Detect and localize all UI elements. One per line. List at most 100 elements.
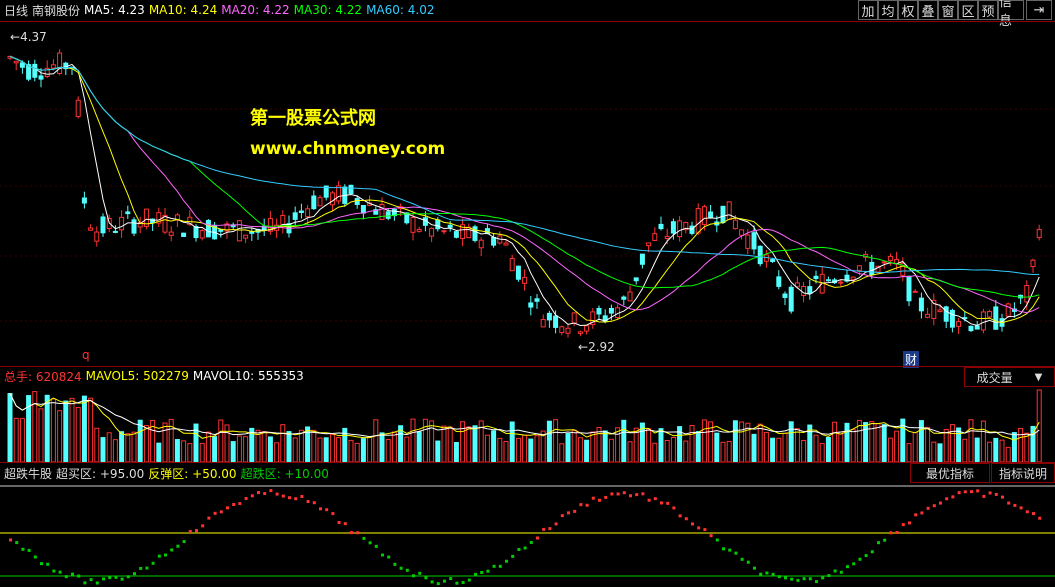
volume-bar: [143, 425, 149, 462]
volume-bar: [311, 429, 317, 462]
forecast-button[interactable]: 预: [978, 0, 998, 20]
indicator-dot: [573, 509, 577, 513]
candlestick: [708, 211, 714, 219]
volume-bar: [720, 441, 726, 462]
indicator-dot: [994, 492, 998, 496]
volume-bar: [1024, 432, 1030, 462]
overlay-button[interactable]: 叠: [918, 0, 938, 20]
indicator-dot: [908, 521, 911, 525]
indicator-dot: [71, 572, 74, 576]
indicator-dot: [585, 503, 589, 507]
volume-bar: [937, 443, 943, 462]
volume-chart[interactable]: [0, 387, 1055, 462]
indicator-name[interactable]: 超跌牛股: [4, 465, 52, 482]
volume-selector[interactable]: 成交量 ▼: [964, 367, 1055, 387]
indicator-dot: [957, 491, 961, 495]
indicator-dot: [461, 581, 465, 585]
indicator-dot: [306, 500, 310, 504]
indicator-dot: [52, 569, 56, 573]
candlestick: [540, 319, 546, 328]
volume-bar: [125, 433, 131, 462]
candlestick: [466, 226, 472, 239]
period-label[interactable]: 日线: [4, 2, 28, 19]
candlestick: [906, 275, 912, 302]
candlestick: [311, 195, 317, 210]
volume-bar: [838, 431, 844, 462]
range-button[interactable]: 区: [958, 0, 978, 20]
indicator-dot: [33, 555, 37, 559]
indicator-dot: [151, 561, 155, 565]
indicator-help-button[interactable]: 指标说明: [991, 463, 1055, 483]
candlestick: [838, 281, 844, 284]
collapse-icon[interactable]: ⇥: [1026, 0, 1052, 20]
volume-bar: [974, 437, 980, 462]
indicator-dot: [102, 577, 105, 581]
volume-bar: [88, 397, 94, 462]
indicator-dot: [784, 576, 787, 580]
candlestick: [478, 239, 484, 249]
indicator-dot: [312, 501, 316, 505]
indicator-dot: [399, 566, 403, 570]
candlestick: [88, 227, 94, 231]
indicator-dot: [1001, 495, 1004, 499]
indicator-dot: [889, 531, 893, 535]
candlestick: [689, 225, 695, 234]
indicator-dot: [895, 530, 899, 534]
candlestick: [1030, 259, 1036, 268]
volume-bar: [57, 410, 63, 462]
indicator-dot: [1025, 510, 1029, 514]
best-indicator-button[interactable]: 最优指标: [910, 463, 990, 483]
indicator-dot: [653, 497, 657, 501]
indicator-dot: [257, 491, 260, 495]
candlestick: [664, 235, 670, 239]
indicator-dot: [232, 502, 236, 506]
volume-bar: [323, 437, 329, 462]
volume-bar: [633, 427, 639, 462]
candlestick: [652, 233, 658, 241]
info-button[interactable]: 信息: [998, 0, 1024, 29]
indicator-dot: [1038, 516, 1042, 520]
volume-bar: [714, 432, 720, 462]
volume-bar: [354, 442, 360, 462]
indicator-chart[interactable]: [0, 484, 1055, 587]
volume-bar: [522, 434, 528, 462]
volume-bar: [119, 431, 125, 462]
indicator-dot: [294, 497, 298, 501]
volume-bar: [429, 420, 435, 462]
volume-bar: [825, 436, 831, 462]
volume-bar: [813, 434, 819, 462]
indicator-dot: [852, 562, 856, 566]
volume-bar: [515, 437, 521, 462]
indicator-dot: [877, 541, 880, 545]
candlestick: [125, 211, 131, 215]
indicator-dot: [610, 492, 614, 496]
price-chart[interactable]: [0, 21, 1055, 366]
volume-bar: [658, 428, 664, 462]
candlestick: [949, 309, 955, 328]
indicator-dot: [120, 577, 124, 581]
candlestick: [305, 208, 311, 218]
candlestick: [807, 286, 813, 294]
rights-button[interactable]: 权: [898, 0, 918, 20]
indicator-dot: [108, 576, 112, 580]
add-button[interactable]: 加: [858, 0, 878, 20]
average-button[interactable]: 均: [878, 0, 898, 20]
volume-bar: [770, 437, 776, 462]
volume-bar: [627, 441, 633, 462]
volume-bar: [317, 437, 323, 462]
candlestick: [887, 255, 893, 261]
candlestick: [32, 63, 38, 78]
indicator-dot: [678, 514, 682, 518]
candlestick: [131, 219, 137, 234]
volume-bar: [683, 440, 689, 462]
volume-bar: [925, 426, 931, 462]
indicator-dot: [343, 522, 347, 526]
window-button[interactable]: 窗: [938, 0, 958, 20]
indicator-dot: [176, 544, 180, 548]
indicator-dot: [691, 522, 694, 526]
ma10-label: MA10: 4.24: [148, 3, 218, 17]
volume-bar: [50, 398, 56, 462]
indicator-dot: [746, 560, 750, 564]
volume-bar: [453, 441, 459, 462]
indicator-dot: [443, 579, 446, 583]
